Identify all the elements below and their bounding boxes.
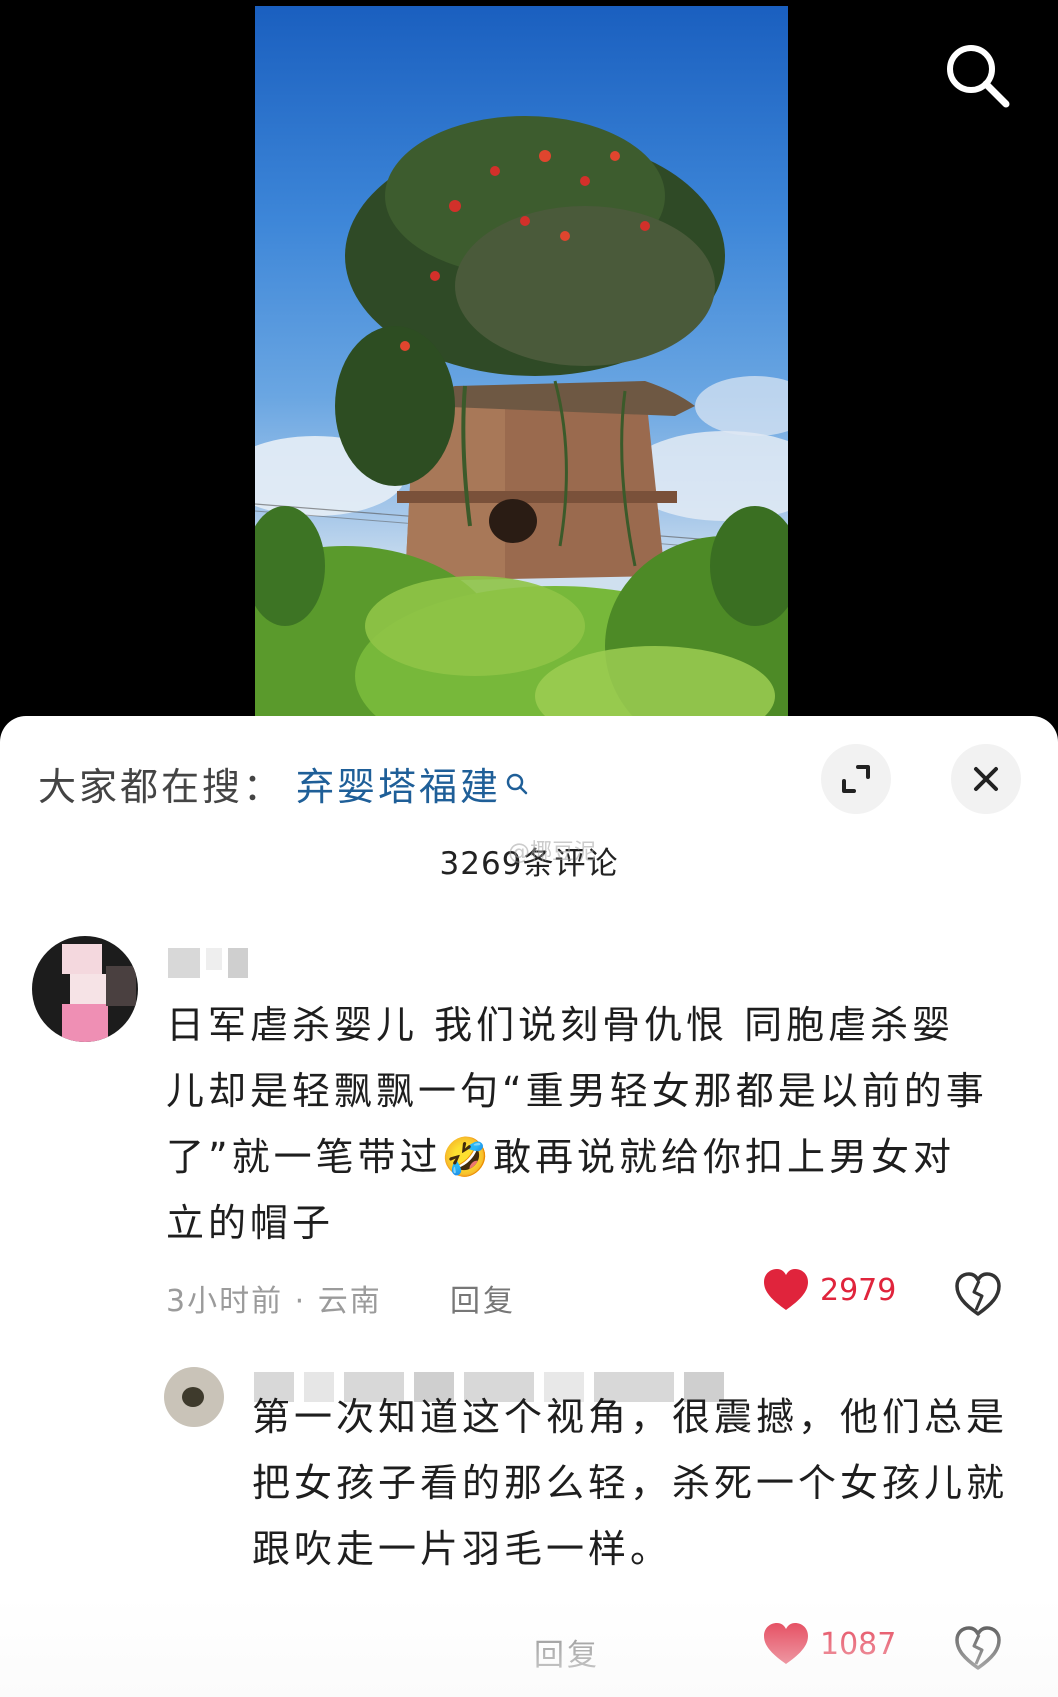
hot-search-link[interactable]: 弃婴塔福建 xyxy=(296,756,529,811)
search-button[interactable] xyxy=(940,38,1014,112)
hot-search-bar: 大家都在搜： 弃婴塔福建 xyxy=(38,756,529,811)
video-frame[interactable] xyxy=(255,6,788,716)
comment-sheet: 大家都在搜： 弃婴塔福建 3269条评论 @椰豆泥 日军虐杀婴儿 我们说刻骨仇恨… xyxy=(0,716,1058,1697)
reply-button[interactable]: 回复 xyxy=(534,1630,600,1674)
avatar-pixel xyxy=(62,944,102,974)
hot-search-query: 弃婴塔福建 xyxy=(296,765,502,809)
avatar-pixel xyxy=(106,966,136,1006)
broken-heart-icon xyxy=(955,1626,1001,1670)
heart-icon xyxy=(764,1623,808,1664)
close-button[interactable] xyxy=(951,744,1021,814)
blur-block xyxy=(228,948,248,978)
dislike-button[interactable] xyxy=(954,1626,1002,1670)
broken-heart-icon xyxy=(955,1272,1001,1316)
username-blurred[interactable] xyxy=(168,948,248,978)
blur-block xyxy=(168,948,200,978)
search-icon xyxy=(947,45,1010,108)
avatar[interactable] xyxy=(32,936,138,1042)
like-button[interactable]: 1087 xyxy=(762,1622,896,1666)
like-button[interactable]: 2979 xyxy=(762,1268,896,1312)
bottom-fade-overlay xyxy=(0,1596,1058,1697)
comment-text: 日军虐杀婴儿 我们说刻骨仇恨 同胞虐杀婴儿却是轻飘飘一句“重男轻女那都是以前的事… xyxy=(166,1003,988,1245)
search-icon xyxy=(506,773,528,794)
reply-comment-text: 第一次知道这个视角，很震撼，他们总是把女孩子看的那么轻，杀死一个女孩儿就跟吹走一… xyxy=(252,1395,1009,1571)
reply-avatar[interactable] xyxy=(164,1367,224,1427)
close-icon xyxy=(974,767,998,791)
expand-button[interactable] xyxy=(821,744,891,814)
blur-block xyxy=(206,948,222,970)
avatar-pixel xyxy=(182,1387,204,1407)
like-count: 2979 xyxy=(820,1272,897,1308)
comment-meta: 3小时前 · 云南 xyxy=(166,1284,382,1319)
hot-search-label: 大家都在搜： xyxy=(38,765,285,809)
like-count: 1087 xyxy=(820,1626,897,1662)
video-area[interactable] xyxy=(0,0,1058,716)
watermark: @椰豆泥 xyxy=(508,840,597,865)
avatar-pixel xyxy=(70,974,106,1004)
expand-icon xyxy=(842,765,870,793)
avatar-pixel xyxy=(62,1004,108,1042)
dislike-button[interactable] xyxy=(954,1272,1002,1316)
heart-icon xyxy=(764,1269,808,1310)
tower-scene-image xyxy=(255,116,788,716)
reply-button[interactable]: 回复 xyxy=(450,1276,516,1320)
